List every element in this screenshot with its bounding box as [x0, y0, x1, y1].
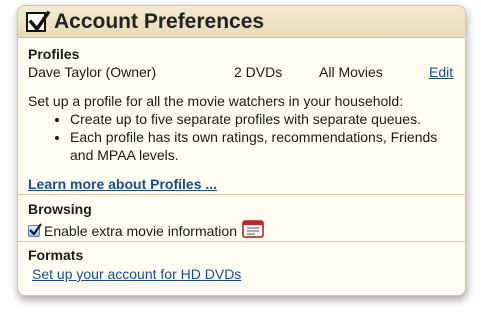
- profiles-heading: Profiles: [28, 46, 80, 62]
- movie-info-icon[interactable]: [241, 219, 265, 242]
- panel-header: Account Preferences: [18, 6, 465, 38]
- account-preferences-panel: Account Preferences Profiles Dave Taylor…: [17, 5, 466, 296]
- formats-heading: Formats: [28, 247, 84, 263]
- list-item: Create up to five separate profiles with…: [70, 110, 455, 128]
- extra-movie-info-checkbox[interactable]: [28, 222, 42, 237]
- browsing-heading: Browsing: [28, 201, 92, 217]
- profile-name: Dave Taylor (Owner): [28, 64, 157, 80]
- profiles-section: Profiles Dave Taylor (Owner) 2 DVDs All …: [18, 38, 465, 195]
- account-preferences-checkbox[interactable]: [26, 10, 51, 32]
- profiles-description: Set up a profile for all the movie watch…: [28, 93, 404, 109]
- profile-dvd-count: 2 DVDs: [234, 64, 283, 80]
- extra-movie-info-label: Enable extra movie information: [44, 222, 237, 239]
- hd-dvd-setup-link[interactable]: Set up your account for HD DVDs: [32, 266, 241, 282]
- profile-movie-rating: All Movies: [319, 64, 383, 80]
- panel-title: Account Preferences: [54, 9, 265, 33]
- learn-more-profiles-link[interactable]: Learn more about Profiles ...: [28, 176, 217, 192]
- formats-section: Formats Set up your account for HD DVDs: [18, 242, 465, 284]
- profile-row: Dave Taylor (Owner) 2 DVDs All Movies Ed…: [28, 64, 455, 82]
- browsing-section: Browsing Enable extra movie information: [18, 195, 465, 242]
- checkmark-icon: [29, 222, 42, 236]
- extra-info-option: Enable extra movie information: [28, 219, 455, 242]
- list-item: Each profile has its own ratings, recomm…: [70, 128, 455, 164]
- edit-profile-link[interactable]: Edit: [429, 64, 453, 80]
- checkmark-icon: [28, 10, 51, 32]
- profiles-bullet-list: Create up to five separate profiles with…: [28, 110, 455, 164]
